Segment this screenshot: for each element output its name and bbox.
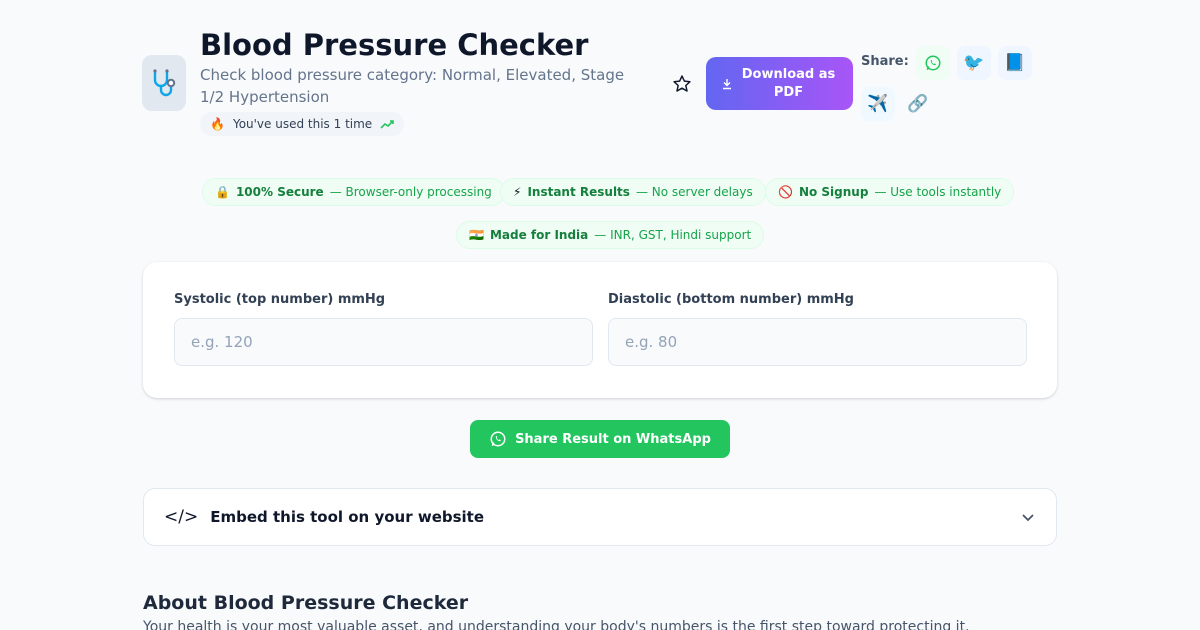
lock-icon: 🔒	[215, 185, 230, 199]
twitter-icon: 🐦	[963, 53, 985, 73]
download-icon	[722, 78, 731, 89]
download-pdf-label: Download as PDF	[741, 66, 836, 100]
no-entry-icon: 🚫	[778, 185, 793, 199]
bp-input-card: Systolic (top number) mmHg Diastolic (bo…	[143, 262, 1057, 398]
share-whatsapp-label: Share Result on WhatsApp	[515, 431, 711, 447]
about-title: About Blood Pressure Checker	[143, 592, 469, 614]
facebook-share-button[interactable]: 📘	[998, 46, 1032, 80]
facebook-icon: 📘	[1004, 53, 1026, 73]
badge-title: No Signup	[798, 185, 869, 199]
code-icon: </>	[164, 507, 199, 527]
stethoscope-icon	[142, 55, 186, 111]
share-label: Share:	[861, 54, 909, 69]
usage-counter: 🔥 You've used this 1 time	[200, 112, 405, 136]
badge-title: 100% Secure	[235, 185, 324, 199]
whatsapp-share-button[interactable]	[916, 46, 950, 80]
link-icon: 🔗	[907, 94, 929, 114]
copy-link-button[interactable]: 🔗	[901, 87, 935, 121]
badge-desc: — INR, GST, Hindi support	[594, 228, 752, 242]
page: Blood Pressure Checker Check blood press…	[0, 0, 1200, 630]
download-pdf-button[interactable]: Download as PDF	[706, 57, 853, 110]
share-whatsapp-button[interactable]: Share Result on WhatsApp	[470, 420, 730, 458]
diastolic-input[interactable]	[608, 318, 1027, 366]
usage-text: You've used this 1 time	[232, 117, 373, 131]
badge-no-signup: 🚫 No Signup — Use tools instantly	[765, 178, 1015, 206]
badge-desc: — No server delays	[635, 185, 753, 199]
badge-instant: ⚡ Instant Results — No server delays	[500, 178, 766, 206]
badge-desc: — Browser-only processing	[329, 185, 492, 199]
page-subtitle: Check blood pressure category: Normal, E…	[200, 66, 625, 106]
diastolic-label: Diastolic (bottom number) mmHg	[608, 292, 854, 307]
about-text: Your health is your most valuable asset,…	[143, 619, 970, 630]
systolic-input[interactable]	[174, 318, 593, 366]
lightning-icon: ⚡	[513, 185, 522, 199]
twitter-share-button[interactable]: 🐦	[957, 46, 991, 80]
whatsapp-icon	[490, 431, 506, 447]
trending-up-icon	[380, 120, 394, 129]
badge-desc: — Use tools instantly	[874, 185, 1002, 199]
whatsapp-icon	[925, 55, 941, 71]
embed-label: Embed this tool on your website	[210, 508, 485, 526]
badge-secure: 🔒 100% Secure — Browser-only processing	[202, 178, 505, 206]
fire-icon: 🔥	[210, 117, 225, 131]
badge-india: 🇮🇳 Made for India — INR, GST, Hindi supp…	[456, 221, 765, 249]
telegram-icon: ✈️	[867, 94, 889, 114]
india-flag-icon: 🇮🇳	[469, 228, 484, 242]
telegram-share-button[interactable]: ✈️	[861, 87, 895, 121]
badge-title: Made for India	[489, 228, 589, 242]
embed-accordion[interactable]: </> Embed this tool on your website	[143, 488, 1057, 546]
systolic-label: Systolic (top number) mmHg	[174, 292, 386, 307]
page-title: Blood Pressure Checker	[200, 28, 589, 62]
badge-title: Instant Results	[527, 185, 630, 199]
chevron-down-icon	[1022, 514, 1034, 522]
favorite-star-icon[interactable]	[668, 70, 696, 98]
